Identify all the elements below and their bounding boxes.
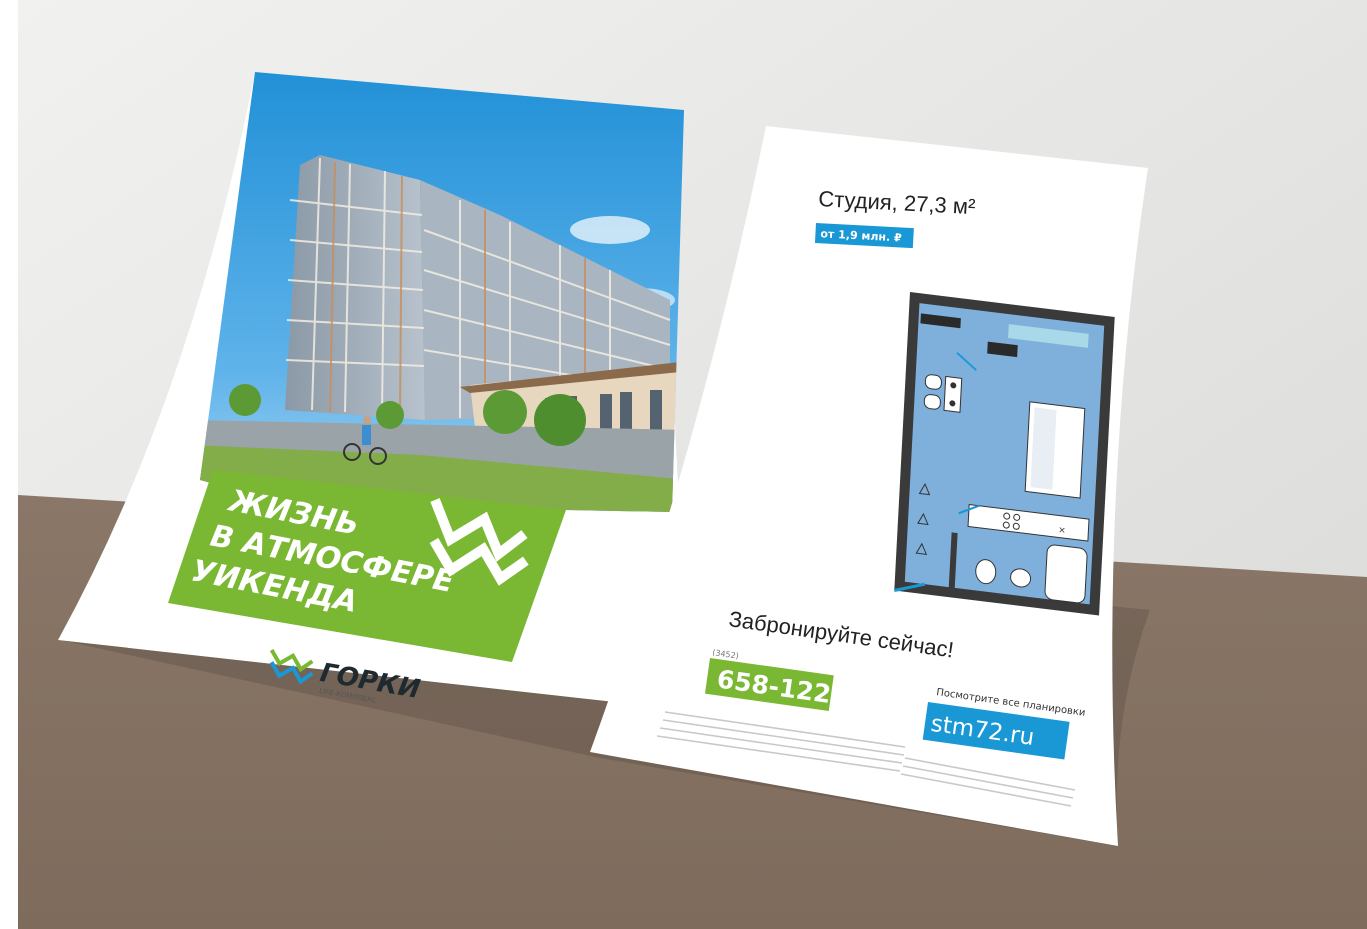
tree — [229, 384, 261, 416]
svg-text:×: × — [1058, 525, 1066, 536]
bathtub-icon — [1044, 544, 1088, 604]
tree — [376, 401, 404, 429]
left-margin — [0, 0, 18, 929]
tree — [534, 394, 586, 446]
floor-plan: × — [893, 292, 1115, 616]
poster-mockup-scene: ЖИЗНЬ В АТМОСФЕРЕ УИКЕНДА ГОРКИ LIFE-КОМ… — [0, 0, 1367, 929]
tower-main — [285, 155, 425, 420]
tree — [483, 390, 527, 434]
